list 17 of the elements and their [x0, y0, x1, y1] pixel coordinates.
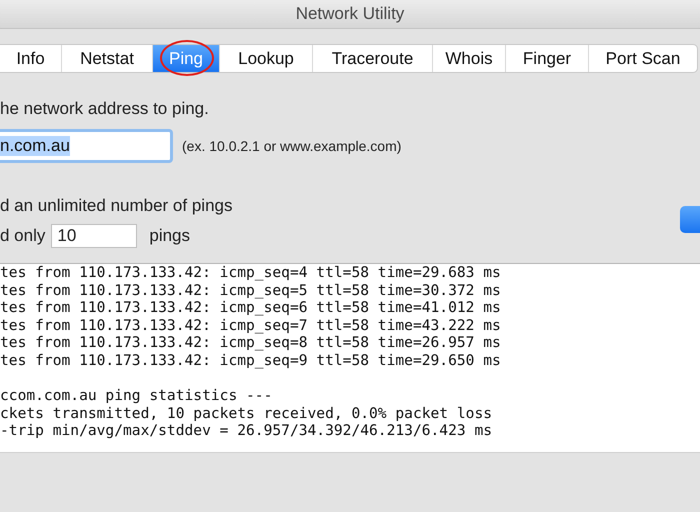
- count-field[interactable]: 10: [51, 224, 138, 248]
- address-field[interactable]: n.com.au: [0, 129, 173, 163]
- output-text: tes from 110.173.133.42: icmp_seq=4 ttl=58 time=29.683 ms tes from 110.173.133.42: icmp_seq=5 ttl=58 time=30.372 ms tes from 110.173.133.42: icmp_seq=6 ttl=58 time=41.012 ms tes from 110.173.133.42: icmp_seq=7 ttl=58 time=43.222 ms tes from 110.173.133.42: icmp_seq=8 ttl=58 time=26.957 ms tes from 110.173.133.42: icmp_seq=9 ttl=58 time=29.650 ms: [0, 264, 502, 370]
- output-text: ccom.com.au ping statistics --- ckets transmitted, 10 packets received, 0.0% packet loss -trip min/avg/max/stddev = 26.957/34.392/46.213/6.423 ms: [0, 387, 494, 440]
- tab[interactable]: Finger: [506, 45, 589, 72]
- address-hint: (ex. 10.0.2.1 or www.example.com): [182, 138, 402, 154]
- tab[interactable]: Lookup: [220, 45, 313, 72]
- ping-button[interactable]: [680, 206, 700, 233]
- tab[interactable]: Info: [0, 45, 62, 72]
- option-label: d an unlimited number of pings: [0, 196, 232, 216]
- tab[interactable]: Traceroute: [313, 45, 433, 72]
- prompt-text: he network address to ping.: [0, 99, 210, 120]
- window-title: Network Utility: [296, 4, 404, 24]
- option-label: d only: [0, 226, 46, 246]
- tab[interactable]: Whois: [433, 45, 506, 72]
- unit-label: pings: [149, 226, 190, 246]
- tab[interactable]: Port Scan: [589, 45, 697, 72]
